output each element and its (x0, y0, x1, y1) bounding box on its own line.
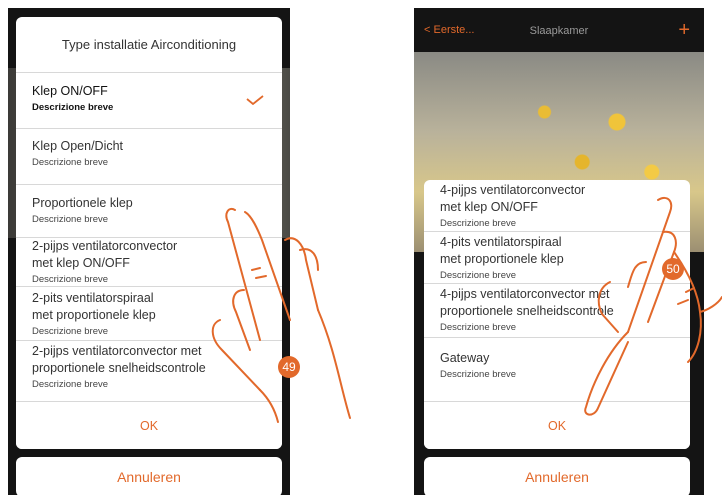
option-klep-on-off[interactable]: Klep ON/OFF Descrizione breve (16, 73, 282, 129)
option-desc: Descrizione breve (32, 102, 114, 113)
room-header: < Eerste... Slaapkamer + (414, 19, 704, 42)
cancel-button[interactable]: Annuleren (16, 457, 282, 495)
option-desc: Descrizione breve (32, 157, 109, 168)
cancel-button[interactable]: Annuleren (424, 457, 690, 495)
step-badge: 49 (278, 356, 300, 378)
tap-hand-icon (584, 196, 722, 416)
room-title: Slaapkamer (529, 25, 589, 37)
option-name: Klep Open/Dicht (32, 139, 124, 153)
checkmark-icon (246, 95, 264, 105)
add-icon[interactable]: + (678, 19, 690, 42)
option-klep-open-dicht[interactable]: Klep Open/Dicht Descrizione breve (16, 129, 282, 185)
dialog-title: Type installatie Airconditioning (16, 17, 282, 73)
option-name: Klep ON/OFF (32, 84, 108, 98)
tap-hand-icon (211, 208, 351, 423)
step-badge: 50 (662, 258, 684, 280)
